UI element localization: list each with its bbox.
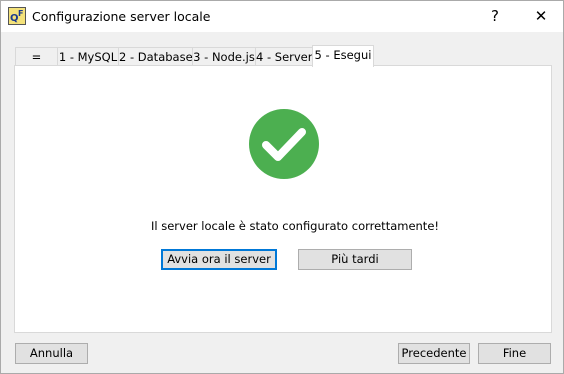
later-button[interactable]: Più tardi <box>298 249 412 270</box>
previous-button[interactable]: Precedente <box>398 343 470 364</box>
tab-server[interactable]: 4 - Server <box>255 47 313 65</box>
app-icon: Q F <box>8 7 26 25</box>
finish-button[interactable]: Fine <box>478 343 551 364</box>
tab-nodejs[interactable]: 3 - Node.js <box>192 47 256 65</box>
check-circle-icon <box>249 109 319 179</box>
cancel-button[interactable]: Annulla <box>15 343 88 364</box>
tab-summary[interactable]: = <box>15 47 58 65</box>
tab-database[interactable]: 2 - Database <box>118 47 193 65</box>
close-button[interactable]: ✕ <box>519 1 563 32</box>
help-button[interactable]: ? <box>473 1 517 32</box>
success-message: Il server locale è stato configurato cor… <box>150 219 440 233</box>
svg-text:F: F <box>18 9 23 18</box>
start-server-button[interactable]: Avvia ora il server <box>161 249 277 270</box>
tab-mysql[interactable]: 1 - MySQL <box>57 47 119 65</box>
tab-panel-execute: Il server locale è stato configurato cor… <box>14 65 552 333</box>
tab-execute[interactable]: 5 - Esegui <box>312 45 374 67</box>
window-title: Configurazione server locale <box>32 9 211 24</box>
title-bar[interactable]: Q F Configurazione server locale ? ✕ <box>1 1 563 32</box>
dialog-window: Q F Configurazione server locale ? ✕ = 1… <box>0 0 564 374</box>
